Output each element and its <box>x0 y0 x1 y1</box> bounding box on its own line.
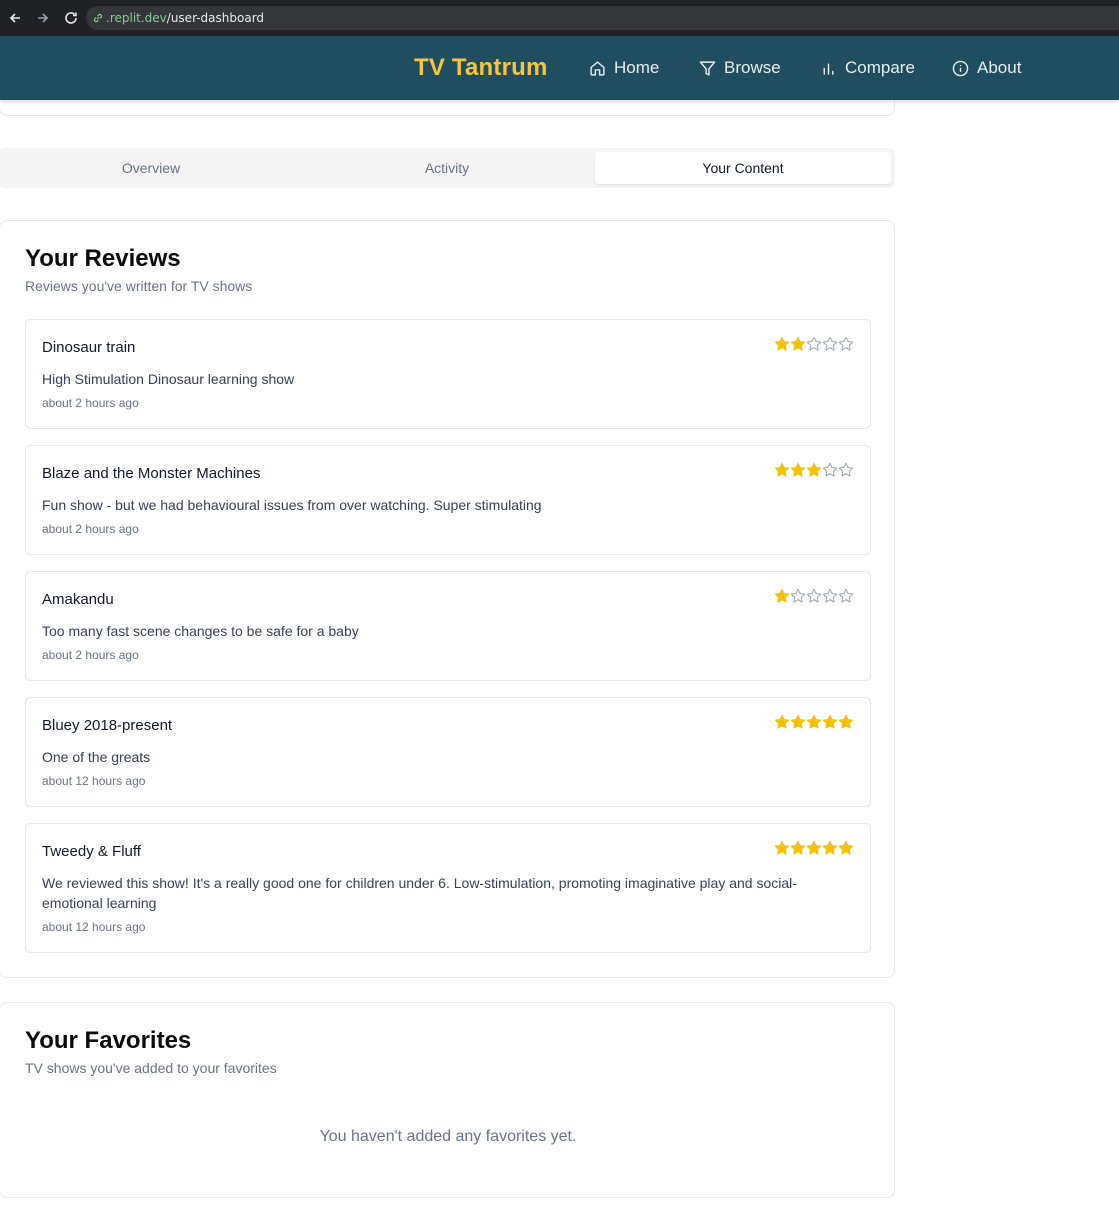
review-show-title: Bluey 2018-present <box>42 717 173 734</box>
review-text: High Stimulation Dinosaur learning show <box>42 371 295 387</box>
star-empty-icon <box>822 588 838 604</box>
address-bar[interactable]: .replit.dev/user-dashboard <box>86 6 1119 30</box>
star-filled-icon <box>806 840 822 856</box>
nav-browse[interactable]: Browse <box>699 56 781 80</box>
tab-activity[interactable]: Activity <box>299 152 595 184</box>
star-rating <box>774 840 854 856</box>
tab-your-content[interactable]: Your Content <box>595 152 891 184</box>
star-empty-icon <box>838 588 854 604</box>
star-rating <box>774 462 854 478</box>
star-filled-icon <box>838 714 854 730</box>
star-filled-icon <box>790 462 806 478</box>
nav-home[interactable]: Home <box>589 56 659 80</box>
star-empty-icon <box>822 462 838 478</box>
star-filled-icon <box>806 714 822 730</box>
review-timestamp: about 2 hours ago <box>42 396 139 410</box>
nav-about[interactable]: About <box>952 56 1021 80</box>
browser-toolbar: .replit.dev/user-dashboard <box>0 0 1119 36</box>
review-item: Dinosaur train High Stimulation Dinosaur… <box>25 319 871 429</box>
home-icon <box>590 60 605 76</box>
filter-icon <box>699 60 716 76</box>
star-filled-icon <box>774 588 790 604</box>
nav-about-label: About <box>977 58 1022 77</box>
star-filled-icon <box>790 336 806 352</box>
nav-home-label: Home <box>614 58 660 77</box>
url-path: /user-dashboard <box>166 11 265 25</box>
star-rating <box>774 588 854 604</box>
review-item: Bluey 2018-present One of the greats abo… <box>25 697 871 807</box>
app-header: TV Tantrum Home Browse Compare About <box>0 36 1119 100</box>
url-host: .replit.dev <box>106 11 167 25</box>
dashboard-tabs: Overview Activity Your Content <box>0 148 895 188</box>
nav-compare-label: Compare <box>845 58 915 77</box>
bar-chart-icon <box>823 63 834 75</box>
reviews-card: Your Reviews Reviews you've written for … <box>0 220 895 978</box>
favorites-title: Your Favorites <box>25 1027 192 1054</box>
star-empty-icon <box>806 588 822 604</box>
review-text: One of the greats <box>42 749 151 765</box>
reviews-title: Your Reviews <box>25 245 181 272</box>
star-filled-icon <box>774 840 790 856</box>
star-filled-icon <box>822 714 838 730</box>
forward-arrow-icon[interactable] <box>33 8 53 28</box>
star-filled-icon <box>774 714 790 730</box>
star-filled-icon <box>822 840 838 856</box>
star-filled-icon <box>806 462 822 478</box>
review-timestamp: about 2 hours ago <box>42 522 139 536</box>
star-rating <box>774 336 854 352</box>
star-empty-icon <box>806 336 822 352</box>
star-filled-icon <box>774 336 790 352</box>
review-timestamp: about 12 hours ago <box>42 920 146 934</box>
star-filled-icon <box>774 462 790 478</box>
star-empty-icon <box>838 336 854 352</box>
review-item: Amakandu Too many fast scene changes to … <box>25 571 871 681</box>
back-arrow-icon[interactable] <box>5 8 25 28</box>
favorites-empty-message: You haven't added any favorites yet. <box>319 1128 577 1145</box>
tab-overview[interactable]: Overview <box>3 152 299 184</box>
review-item: Tweedy & Fluff We reviewed this show! It… <box>25 823 871 953</box>
review-show-title: Tweedy & Fluff <box>42 843 141 860</box>
star-filled-icon <box>838 840 854 856</box>
star-empty-icon <box>822 336 838 352</box>
star-filled-icon <box>790 714 806 730</box>
review-timestamp: about 12 hours ago <box>42 774 146 788</box>
brand-logo[interactable]: TV Tantrum <box>414 54 548 82</box>
star-empty-icon <box>838 462 854 478</box>
info-icon <box>952 60 969 76</box>
review-text: We reviewed this show! It's a really goo… <box>42 875 797 911</box>
star-filled-icon <box>790 840 806 856</box>
reviews-subtitle: Reviews you've written for TV shows <box>25 278 253 294</box>
link-icon <box>92 12 104 24</box>
favorites-subtitle: TV shows you've added to your favorites <box>25 1060 277 1076</box>
review-timestamp: about 2 hours ago <box>42 648 139 662</box>
reload-icon[interactable] <box>61 8 81 28</box>
review-item: Blaze and the Monster Machines Fun show … <box>25 445 871 555</box>
star-empty-icon <box>790 588 806 604</box>
review-show-title: Dinosaur train <box>42 339 136 356</box>
star-rating <box>774 714 854 730</box>
review-show-title: Blaze and the Monster Machines <box>42 465 261 482</box>
nav-compare[interactable]: Compare <box>820 56 915 80</box>
favorites-card: Your Favorites TV shows you've added to … <box>0 1002 895 1198</box>
nav-browse-label: Browse <box>724 58 781 77</box>
review-show-title: Amakandu <box>42 591 114 608</box>
review-text: Too many fast scene changes to be safe f… <box>42 623 359 639</box>
review-text: Fun show - but we had behavioural issues… <box>42 497 542 513</box>
